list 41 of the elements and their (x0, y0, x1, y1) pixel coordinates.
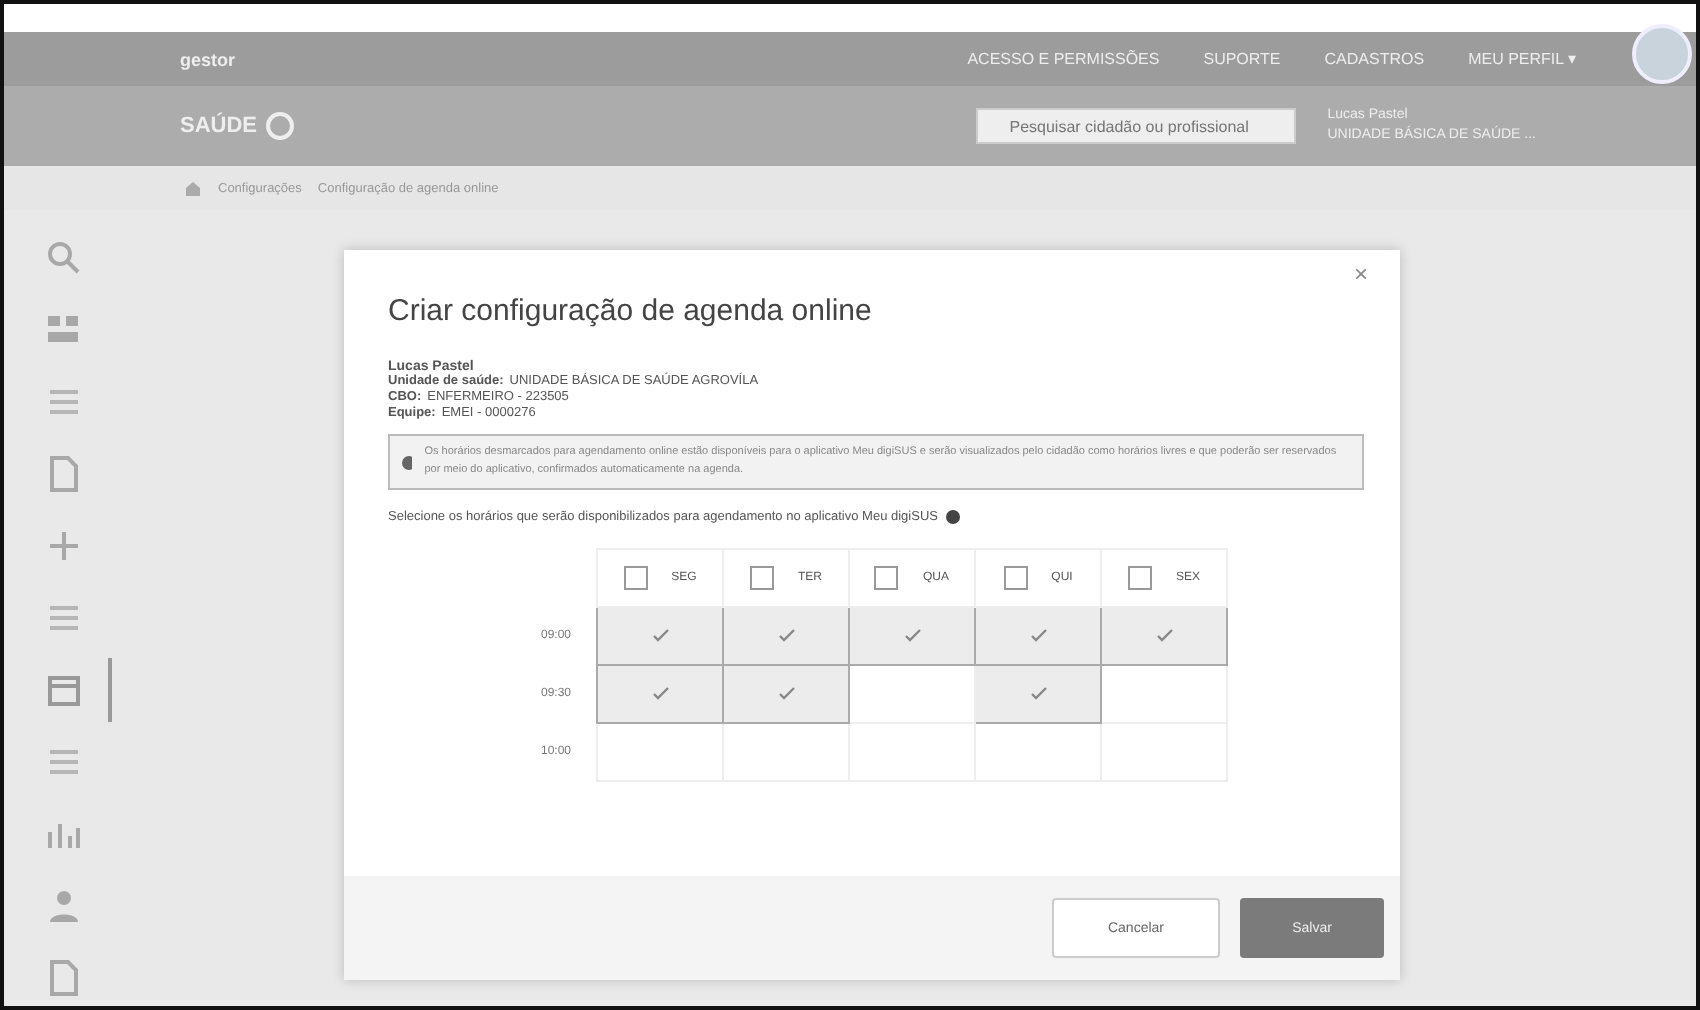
logo-text: SAÚDE (180, 114, 258, 138)
day-checkbox[interactable] (1003, 566, 1028, 590)
help-icon (945, 510, 960, 524)
nav-link[interactable]: ACESSO E PERMISSÕES (967, 50, 1160, 68)
day-checkbox[interactable] (623, 566, 648, 590)
nav-link[interactable]: CADASTROS (1324, 50, 1425, 68)
time-slot[interactable] (597, 665, 723, 723)
time-slot[interactable] (723, 607, 849, 665)
plus-icon[interactable] (44, 526, 84, 566)
search-icon[interactable] (44, 238, 84, 278)
time-slot[interactable] (723, 665, 849, 723)
info-icon (402, 455, 413, 469)
person-icon[interactable] (44, 886, 84, 926)
check-icon (1029, 685, 1047, 699)
check-icon (651, 627, 669, 641)
day-checkbox[interactable] (750, 566, 774, 590)
time-slot[interactable] (975, 607, 1101, 665)
document-icon[interactable] (44, 958, 84, 998)
time-slot[interactable] (849, 607, 975, 665)
time-slot[interactable] (597, 607, 723, 665)
nav-link[interactable]: SUPORTE (1203, 50, 1281, 68)
calendar-icon[interactable] (44, 670, 84, 710)
day-checkbox[interactable] (1127, 566, 1152, 590)
nav-link[interactable]: MEU PERFIL ▾ (1468, 50, 1576, 68)
check-icon (651, 685, 669, 699)
time-slot[interactable] (1101, 607, 1227, 665)
active-indicator (108, 658, 112, 722)
check-icon (777, 627, 795, 641)
check-icon (903, 627, 921, 641)
search-field[interactable]: Pesquisar cidadão ou profissional (975, 108, 1296, 144)
document-icon[interactable] (44, 454, 84, 494)
check-icon (1029, 627, 1047, 641)
day-checkbox[interactable] (874, 566, 899, 590)
close-button[interactable]: × (1341, 258, 1380, 290)
brand-name: gestor (180, 49, 236, 69)
check-icon (1155, 627, 1173, 641)
home-icon[interactable] (184, 179, 202, 197)
logo-icon (265, 112, 294, 140)
check-icon (777, 685, 795, 699)
time-slot[interactable] (975, 665, 1101, 723)
modal-title: Criar configuração de agenda online (388, 294, 874, 328)
